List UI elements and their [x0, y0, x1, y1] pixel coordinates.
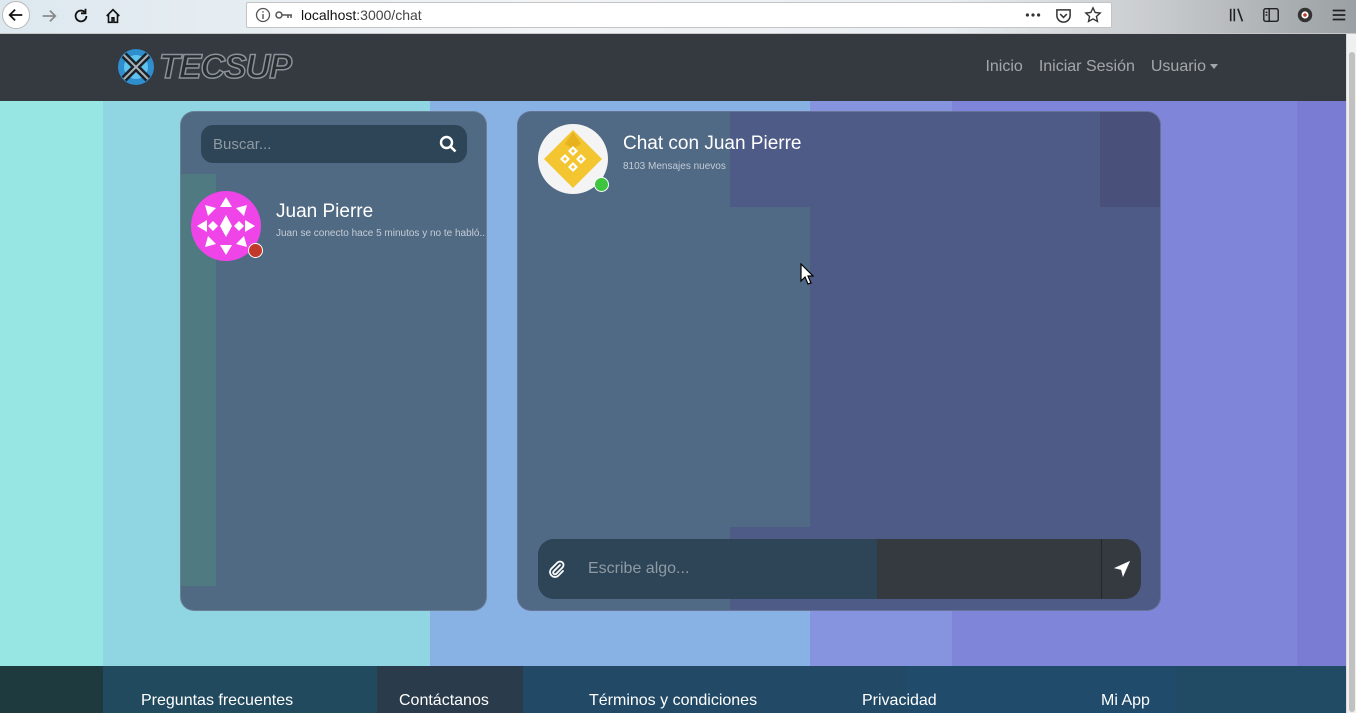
- send-arrow-icon: [1113, 560, 1130, 578]
- footer-link-app[interactable]: Mi App: [1101, 692, 1150, 710]
- page-scrollbar[interactable]: [1346, 34, 1356, 713]
- library-icon[interactable]: [1226, 4, 1248, 26]
- chat-header: Chat con Juan Pierre 8103 Mensajes nuevo…: [538, 124, 1138, 196]
- sidebar-toggle-icon[interactable]: [1260, 4, 1282, 26]
- back-icon[interactable]: [2, 1, 30, 29]
- nav-link-iniciar-sesion[interactable]: Iniciar Sesión: [1039, 58, 1135, 76]
- nav-dropdown-label: Usuario: [1150, 58, 1206, 75]
- contact-list-panel: Juan Pierre Juan se conecto hace 5 minut…: [180, 111, 487, 611]
- search-input[interactable]: [201, 125, 427, 163]
- panel-shade: [730, 207, 810, 527]
- home-icon[interactable]: [100, 3, 126, 29]
- navbar: TECSUP Inicio Iniciar Sesión Usuario: [0, 34, 1346, 101]
- footer-link-faq[interactable]: Preguntas frecuentes: [141, 692, 293, 710]
- chat-panel: Chat con Juan Pierre 8103 Mensajes nuevo…: [517, 111, 1161, 611]
- bookmark-star-icon[interactable]: [1083, 6, 1103, 24]
- extension-icon[interactable]: [1294, 4, 1316, 26]
- search-box: [201, 125, 467, 163]
- footer-link-contact[interactable]: Contáctanos: [399, 692, 489, 710]
- send-button[interactable]: [1102, 539, 1141, 599]
- caret-down-icon: [1210, 64, 1218, 70]
- contact-item[interactable]: Juan Pierre Juan se conecto hace 5 minut…: [191, 191, 487, 263]
- reload-icon[interactable]: [68, 3, 94, 29]
- url-text[interactable]: localhost:3000/chat: [301, 7, 422, 23]
- menu-icon[interactable]: [1328, 4, 1350, 26]
- url-bar[interactable]: localhost:3000/chat: [246, 2, 1112, 28]
- online-status-dot: [594, 177, 609, 192]
- contact-name: Juan Pierre: [276, 201, 374, 222]
- offline-status-dot: [248, 243, 263, 258]
- key-icon: [275, 11, 292, 19]
- pocket-icon[interactable]: [1053, 6, 1073, 24]
- footer: Preguntas frecuentes Contáctanos Término…: [0, 666, 1346, 713]
- chat-title: Chat con Juan Pierre: [623, 133, 802, 154]
- footer-link-privacy[interactable]: Privacidad: [862, 692, 937, 710]
- new-messages-count: 8103 Mensajes nuevos: [623, 161, 726, 172]
- scrollbar-thumb[interactable]: [1349, 52, 1355, 712]
- nav-dropdown-usuario[interactable]: Usuario: [1151, 58, 1218, 76]
- contact-last-message: Juan se conecto hace 5 minutos y no te h…: [276, 228, 487, 239]
- contact-avatar: [191, 191, 263, 261]
- message-composer: [538, 539, 1141, 599]
- logo-mark-icon: [118, 49, 154, 85]
- footer-link-terms[interactable]: Términos y condiciones: [589, 692, 757, 710]
- chat-avatar: [538, 124, 609, 194]
- mouse-cursor-icon: [800, 263, 814, 285]
- search-icon[interactable]: [439, 135, 457, 153]
- more-actions-icon[interactable]: [1023, 6, 1043, 24]
- message-input[interactable]: [576, 539, 896, 599]
- brand-logo[interactable]: TECSUP: [115, 46, 293, 88]
- browser-toolbar: localhost:3000/chat: [0, 0, 1356, 34]
- brand-text: TECSUP: [158, 47, 292, 87]
- nav-link-inicio[interactable]: Inicio: [985, 58, 1022, 76]
- forward-icon[interactable]: [36, 3, 62, 29]
- paperclip-icon[interactable]: [546, 559, 566, 579]
- info-icon[interactable]: [255, 7, 271, 23]
